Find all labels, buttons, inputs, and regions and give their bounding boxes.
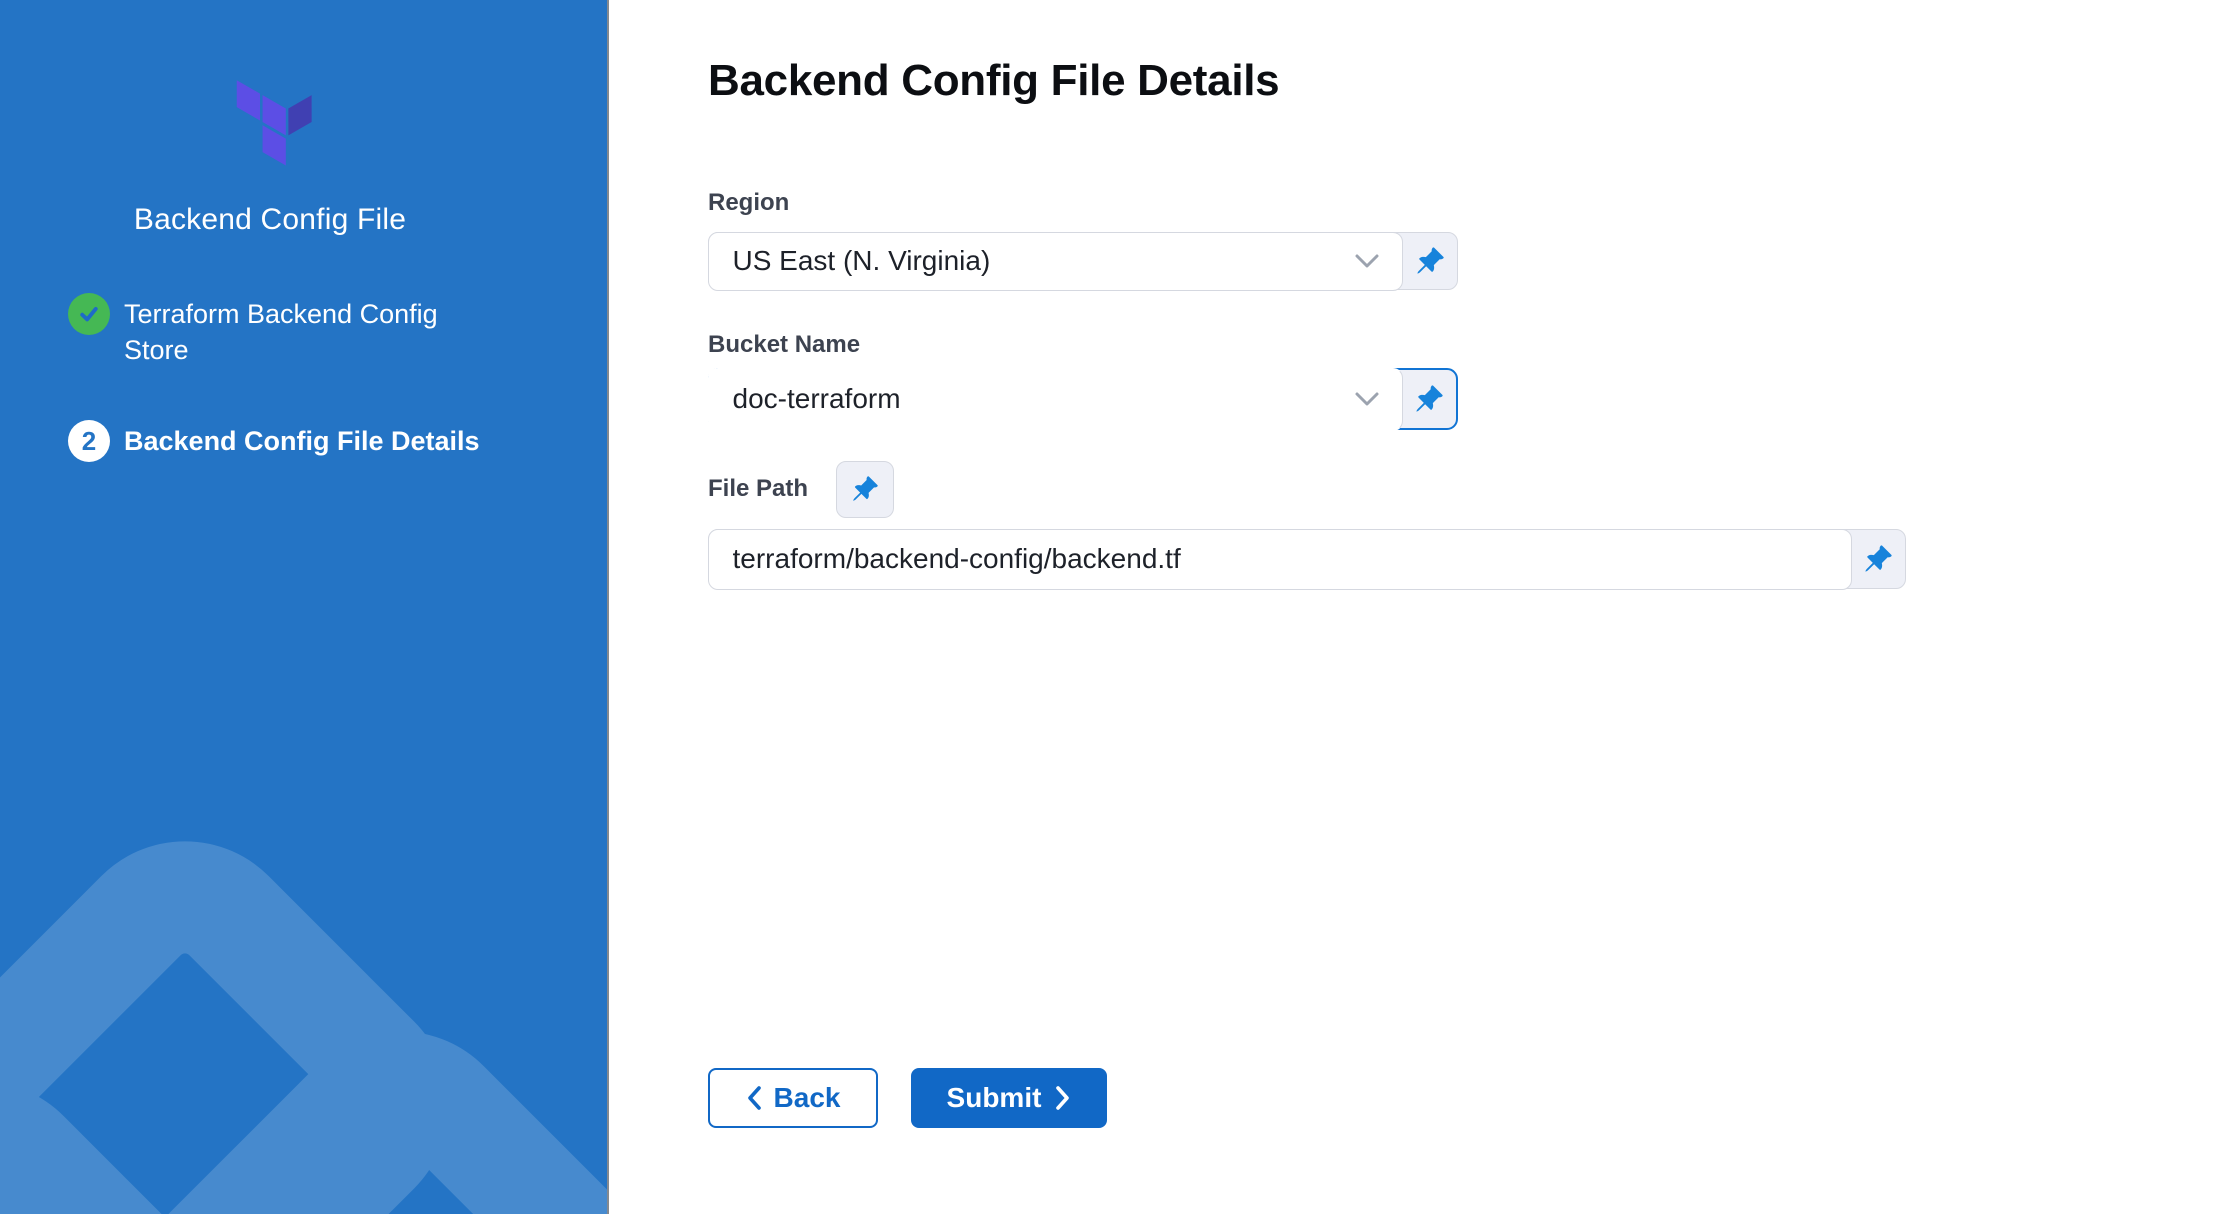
chevron-left-icon — [746, 1085, 762, 1111]
wizard-title: Backend Config File — [0, 203, 540, 237]
region-value: US East (N. Virginia) — [733, 245, 991, 277]
pin-icon — [1863, 544, 1893, 574]
step-completed-check-icon — [68, 293, 110, 335]
bucket-name-pin-button[interactable] — [1403, 370, 1457, 428]
step-label: Backend Config File Details — [124, 420, 480, 459]
file-path-label: File Path — [708, 474, 808, 504]
page-title: Backend Config File Details — [708, 55, 2230, 107]
pin-icon — [1415, 246, 1445, 276]
sidebar-content: Backend Config File Terraform Backend Co… — [0, 78, 540, 462]
step-number-badge: 2 — [68, 420, 110, 462]
bucket-name-value: doc-terraform — [733, 383, 901, 415]
step-label: Terraform Backend Config Store — [124, 293, 504, 368]
file-path-pin-button[interactable] — [836, 461, 894, 518]
region-select[interactable]: US East (N. Virginia) — [708, 232, 1403, 291]
submit-button[interactable]: Submit — [911, 1068, 1107, 1128]
file-path-input-pin-button[interactable] — [1852, 530, 1906, 588]
step-terraform-backend-config-store[interactable]: Terraform Backend Config Store — [68, 293, 540, 368]
wizard-sidebar: Backend Config File Terraform Backend Co… — [0, 0, 609, 1214]
bucket-name-label: Bucket Name — [708, 330, 2230, 360]
wizard-main-panel: Backend Config File Details Region US Ea… — [609, 0, 2230, 1214]
bucket-name-field-group: doc-terraform — [708, 368, 1458, 430]
back-button-label: Back — [774, 1082, 841, 1114]
bucket-name-select[interactable]: doc-terraform — [708, 368, 1403, 431]
step-backend-config-file-details[interactable]: 2 Backend Config File Details — [68, 420, 540, 462]
pin-icon — [851, 475, 879, 503]
chevron-right-icon — [1055, 1085, 1071, 1111]
chevron-down-icon — [1354, 253, 1380, 269]
terraform-logo — [226, 78, 314, 169]
region-field-group: US East (N. Virginia) — [708, 232, 1458, 290]
wizard-steps: Terraform Backend Config Store 2 Backend… — [0, 293, 540, 462]
chevron-down-icon — [1354, 391, 1380, 407]
wizard-window: Backend Config File Terraform Backend Co… — [0, 0, 2230, 1214]
region-label: Region — [708, 188, 2230, 218]
wizard-actions: Back Submit — [708, 1068, 2230, 1128]
region-pin-button[interactable] — [1403, 233, 1458, 289]
pin-icon — [1414, 384, 1444, 414]
back-button[interactable]: Back — [708, 1068, 878, 1128]
file-path-input[interactable] — [708, 529, 1852, 590]
file-path-label-row: File Path — [708, 459, 2230, 519]
file-path-field-group — [708, 529, 1906, 589]
submit-button-label: Submit — [947, 1082, 1042, 1114]
